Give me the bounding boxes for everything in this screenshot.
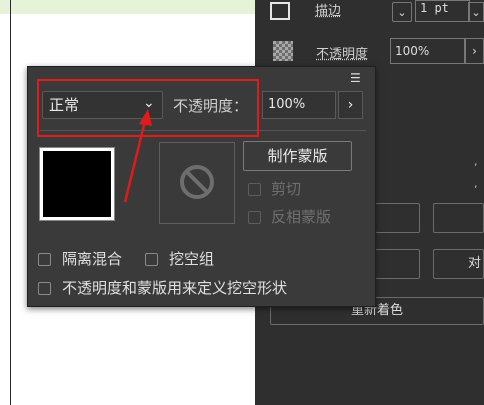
clip-label: 剪切 [271,180,302,198]
knockout-group-label: 挖空组 [169,250,215,268]
opacity-mask-knockout-checkbox[interactable] [38,282,51,295]
stroke-weight-field[interactable]: 1 pt [415,0,470,22]
panel-button-d[interactable]: 对 [433,249,484,279]
canvas-edge [10,0,11,405]
no-mask-icon [180,165,214,199]
clip-checkbox[interactable] [248,183,261,196]
knockout-group-checkbox[interactable] [145,253,158,266]
stroke-label[interactable]: 描边 [315,0,341,19]
panel-opacity-field[interactable]: 100% [390,38,465,64]
panel-side-mark-2: , [474,177,478,190]
panel-button-b[interactable] [433,203,484,233]
panel-menu-icon[interactable]: ☰ [350,72,366,84]
chevron-right-icon[interactable]: › [338,91,363,119]
opacity-mask-knockout-label: 不透明度和蒙版用来定义挖空形状 [62,279,288,297]
stroke-weight-chevron-icon[interactable]: ⌄ [392,2,412,22]
object-thumbnail-fill [43,151,111,217]
make-mask-button[interactable]: 制作蒙版 [243,141,352,171]
top-strip [0,0,255,14]
panel-side-mark: , [474,155,478,168]
panel-button-c[interactable] [375,249,420,279]
opacity-checker-icon [273,41,293,61]
panel-button-a[interactable] [375,203,420,233]
opacity-input[interactable]: 100% [262,91,336,119]
isolate-blending-checkbox[interactable] [38,253,51,266]
annotation-highlight-box [37,79,259,137]
invert-mask-checkbox[interactable] [248,211,261,224]
isolate-blending-label: 隔离混合 [62,250,123,268]
invert-mask-label: 反相蒙版 [271,208,332,226]
panel-opacity-chevron-icon[interactable]: › [465,38,484,64]
panel-opacity-label[interactable]: 不透明度 [316,43,368,62]
stroke-weight-dropdown-icon[interactable]: ⌄ [468,2,484,22]
stroke-swatch-icon[interactable] [270,2,290,20]
